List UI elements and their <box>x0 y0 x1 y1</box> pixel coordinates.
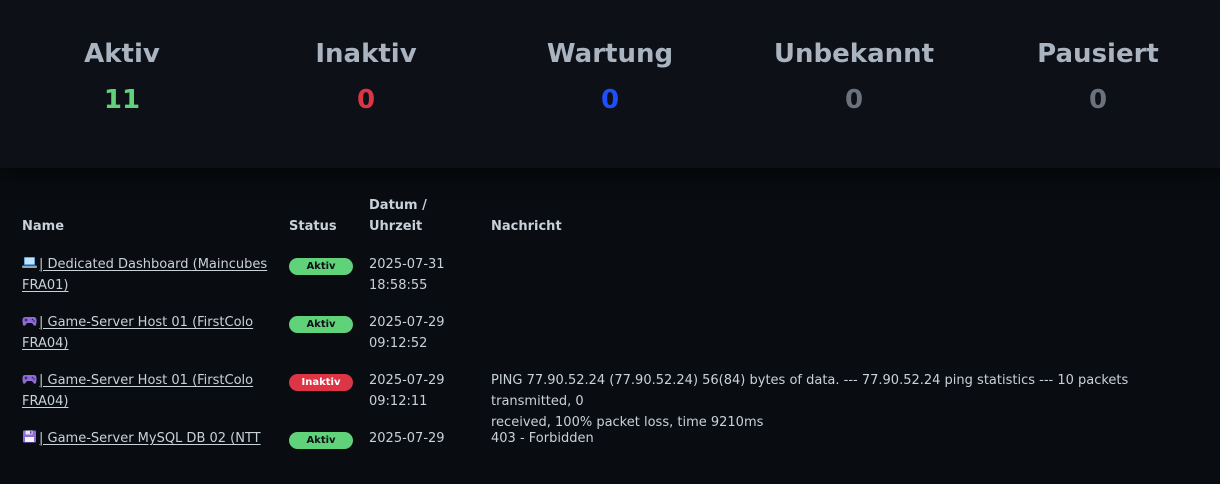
table-row: | Dedicated Dashboard (Maincubes FRA01) A… <box>22 254 1202 310</box>
row-datetime-cell: 2025-07-29 09:12:11 <box>369 370 445 412</box>
row-datetime-cell: 2025-07-31 18:58:55 <box>369 254 445 296</box>
table-row: | Game-Server Host 01 (FirstColo FRA04) I… <box>22 370 1202 430</box>
monitor-name-line2: FRA04) <box>22 336 69 351</box>
stat-label: Wartung <box>546 39 674 69</box>
stat-inaktiv: Inaktiv 0 <box>244 36 488 118</box>
stat-value: 0 <box>844 85 864 115</box>
row-datetime-cell: 2025-07-29 <box>369 428 445 449</box>
monitor-name-line2: FRA04) <box>22 394 69 409</box>
gamepad-icon <box>22 375 37 384</box>
status-badge: Aktiv <box>289 316 353 333</box>
stat-value: 0 <box>356 85 376 115</box>
stat-pausiert: Pausiert 0 <box>976 36 1220 118</box>
laptop-icon <box>22 257 37 268</box>
stat-aktiv: Aktiv 11 <box>0 36 244 118</box>
stat-label: Unbekannt <box>773 39 935 69</box>
monitor-link[interactable]: | Game-Server Host 01 (FirstColo FRA04) <box>22 315 253 351</box>
monitor-name-line2: FRA01) <box>22 278 69 293</box>
stat-label: Inaktiv <box>315 39 417 69</box>
row-message-line1: 403 - Forbidden <box>491 431 594 446</box>
column-header-datetime: Datum / Uhrzeit <box>369 195 427 237</box>
table-row: | Game-Server MySQL DB 02 (NTT Aktiv 202… <box>22 428 1202 484</box>
monitor-name-line1: | Dedicated Dashboard (Maincubes <box>39 257 268 272</box>
column-header-datetime-line2: Uhrzeit <box>369 219 423 234</box>
column-header-name: Name <box>22 219 65 234</box>
status-summary-panel: Aktiv 11 Inaktiv 0 Wartung 0 Unbekannt 0… <box>0 0 1220 168</box>
stat-unbekannt: Unbekannt 0 <box>732 36 976 118</box>
row-date: 2025-07-29 <box>369 315 445 330</box>
status-badge: Inaktiv <box>289 374 353 391</box>
floppy-disk-icon <box>23 430 36 443</box>
row-time: 09:12:52 <box>369 336 428 351</box>
monitor-name-line1: | Game-Server Host 01 (FirstColo <box>39 315 254 330</box>
monitor-link[interactable]: | Game-Server Host 01 (FirstColo FRA04) <box>22 373 253 409</box>
row-datetime-cell: 2025-07-29 09:12:52 <box>369 312 445 354</box>
row-name-cell: | Game-Server MySQL DB 02 (NTT <box>22 428 272 449</box>
row-name-cell: | Dedicated Dashboard (Maincubes FRA01) <box>22 254 272 296</box>
gamepad-icon <box>22 317 37 326</box>
column-header-status: Status <box>289 219 337 234</box>
stat-wartung: Wartung 0 <box>488 36 732 118</box>
status-badge: Aktiv <box>289 432 353 449</box>
row-date: 2025-07-29 <box>369 373 445 388</box>
row-message-cell: PING 77.90.52.24 (77.90.52.24) 56(84) by… <box>491 370 1191 433</box>
stat-value: 11 <box>103 85 141 115</box>
row-date: 2025-07-29 <box>369 431 445 446</box>
row-name-cell: | Game-Server Host 01 (FirstColo FRA04) <box>22 312 272 354</box>
row-name-cell: | Game-Server Host 01 (FirstColo FRA04) <box>22 370 272 412</box>
column-header-message: Nachricht <box>491 219 562 234</box>
row-date: 2025-07-31 <box>369 257 445 272</box>
row-message-line1: PING 77.90.52.24 (77.90.52.24) 56(84) by… <box>491 373 1129 409</box>
row-message-cell: 403 - Forbidden <box>491 428 1191 449</box>
row-time: 18:58:55 <box>369 278 428 293</box>
monitor-link[interactable]: | Dedicated Dashboard (Maincubes FRA01) <box>22 257 267 293</box>
stat-label: Pausiert <box>1037 39 1159 69</box>
table-row: | Game-Server Host 01 (FirstColo FRA04) A… <box>22 312 1202 368</box>
stat-label: Aktiv <box>84 39 160 69</box>
stat-value: 0 <box>1088 85 1108 115</box>
monitor-name-line1: | Game-Server Host 01 (FirstColo <box>39 373 254 388</box>
monitor-name-line1: | Game-Server MySQL DB 02 (NTT <box>39 431 261 446</box>
row-time: 09:12:11 <box>369 394 428 409</box>
stat-value: 0 <box>600 85 620 115</box>
status-badge: Aktiv <box>289 258 353 275</box>
monitor-link[interactable]: | Game-Server MySQL DB 02 (NTT <box>22 430 261 446</box>
column-header-datetime-line1: Datum / <box>369 198 427 213</box>
